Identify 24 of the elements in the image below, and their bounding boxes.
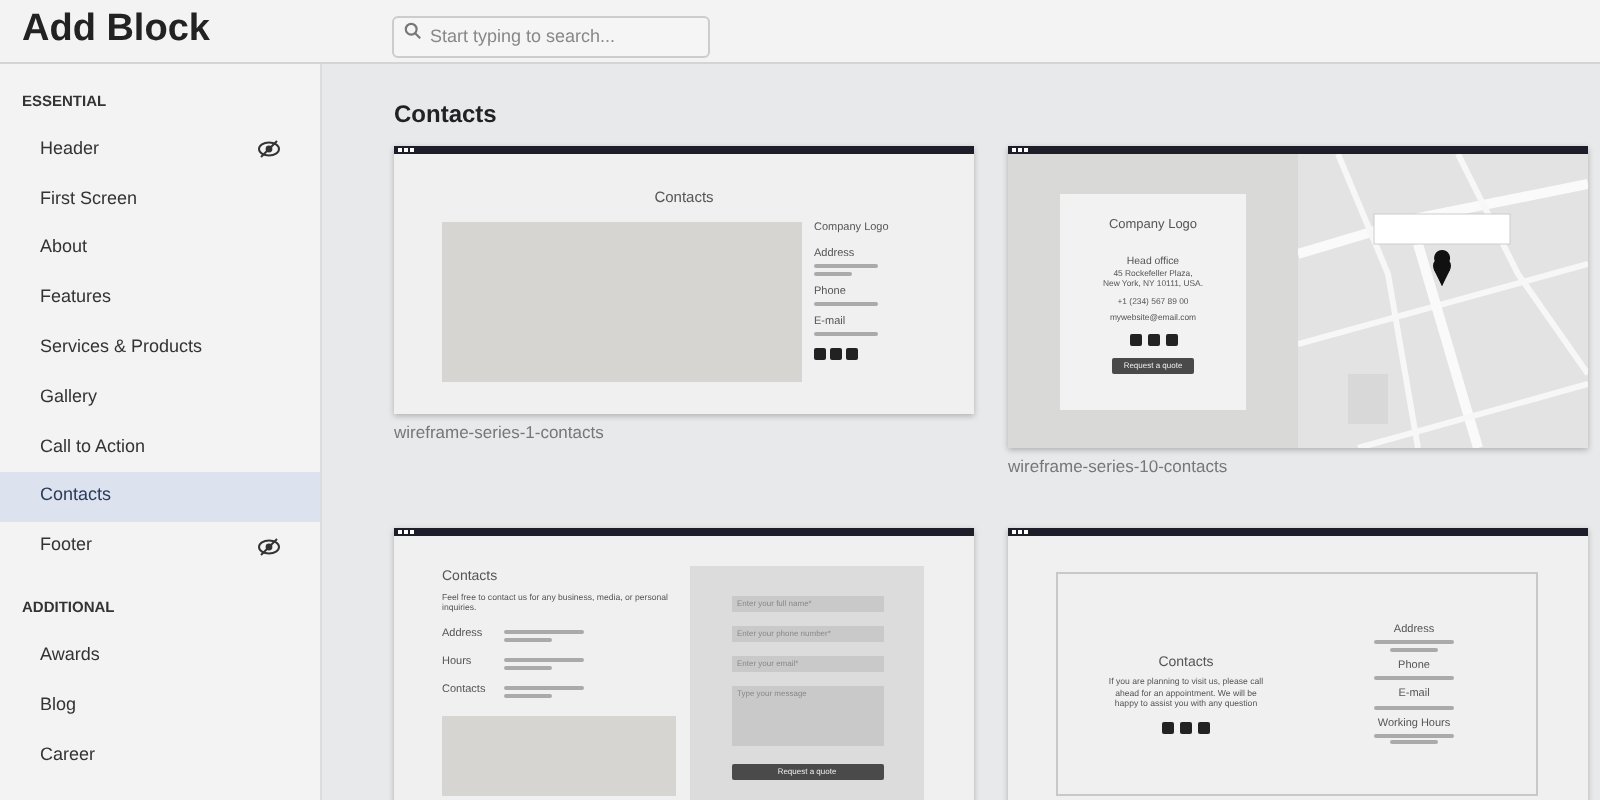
search-field[interactable]: Start typing to search... xyxy=(392,15,710,57)
app-title: Add Block xyxy=(20,8,212,54)
sidebar-item[interactable]: First Screen xyxy=(0,174,320,224)
sidebar-item[interactable]: Call to Action xyxy=(0,422,320,472)
sidebar-item[interactable]: Career xyxy=(0,730,320,781)
block-caption: wireframe-series-1-contacts xyxy=(394,420,606,447)
sidebar-item[interactable]: Header xyxy=(0,124,320,175)
text-line xyxy=(1374,705,1454,710)
section-title: Contacts xyxy=(394,100,499,129)
text-line xyxy=(814,332,878,337)
text-line xyxy=(814,301,878,306)
block-preview[interactable] xyxy=(394,528,974,800)
text-line xyxy=(1374,676,1454,681)
block-caption: wireframe-series-10-contacts xyxy=(1008,454,1230,481)
sidebar-item[interactable]: Contacts xyxy=(0,471,320,522)
sidebar-item[interactable]: About xyxy=(0,223,320,274)
eye-slash-icon[interactable] xyxy=(258,140,280,159)
sidebar-item[interactable]: Blog xyxy=(0,680,320,731)
sidebar-item[interactable]: Awards xyxy=(0,631,320,681)
sidebar-item[interactable]: Services & Products xyxy=(0,322,320,373)
eye-slash-icon[interactable] xyxy=(258,537,280,556)
sidebar-item[interactable]: Footer xyxy=(0,521,320,571)
sidebar-item[interactable]: Features xyxy=(0,273,320,323)
sidebar-item[interactable]: Gallery xyxy=(0,372,320,423)
